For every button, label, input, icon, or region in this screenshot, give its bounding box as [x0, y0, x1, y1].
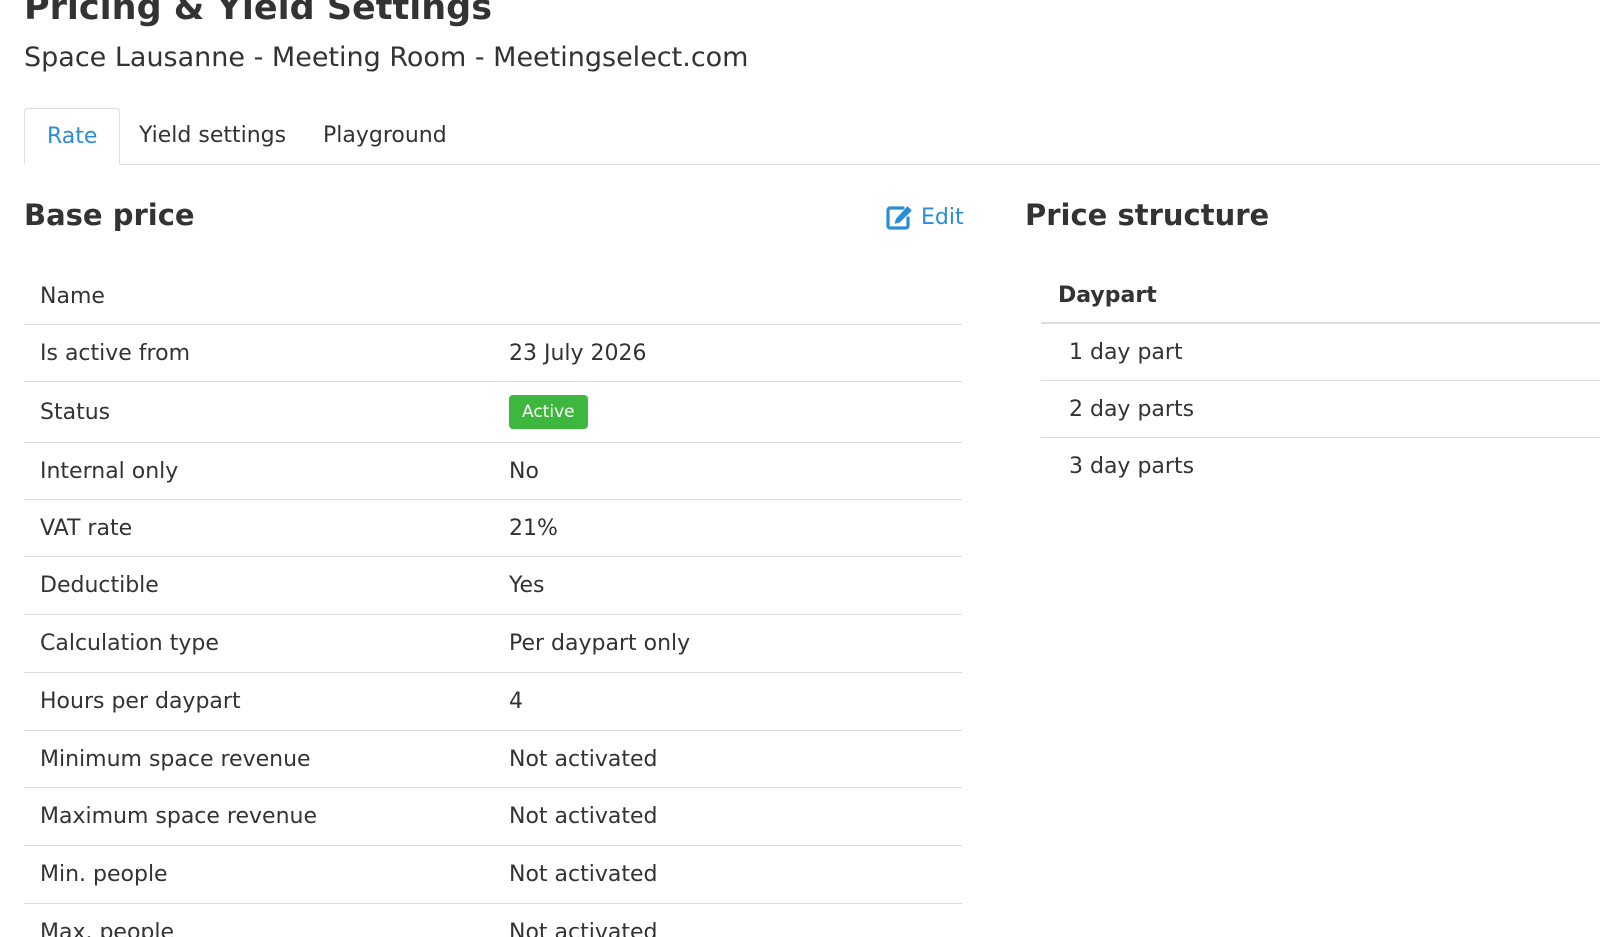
table-row: 2 day parts: [1041, 381, 1600, 438]
edit-button[interactable]: Edit: [886, 201, 964, 233]
table-row: VAT rate 21%: [24, 500, 962, 557]
edit-label: Edit: [921, 204, 964, 230]
edit-icon: [886, 205, 912, 230]
row-label: Is active from: [40, 340, 191, 366]
price-structure-title: Price structure: [1025, 198, 1270, 232]
table-row: Minimum space revenue Not activated: [24, 731, 962, 788]
price-structure-table: Daypart 1 day part 2 day parts 3 day par…: [1041, 268, 1600, 495]
row-label: Maximum space revenue: [40, 804, 317, 829]
row-label: Min. people: [40, 862, 168, 887]
tab-bar: Rate Yield settings Playground: [24, 108, 1600, 165]
pricing-yield-page: Pricing & Yield Settings Space Lausanne …: [0, 0, 1600, 937]
row-value: No: [509, 458, 539, 484]
table-row: Internal only No: [24, 443, 962, 500]
tab-yield-settings[interactable]: Yield settings: [139, 108, 286, 164]
table-row: Is active from 23 July 2026: [24, 325, 962, 382]
base-price-table: Name Is active from 23 July 2026 Status …: [24, 268, 962, 937]
row-label: Minimum space revenue: [40, 746, 311, 772]
row-value: Yes: [509, 573, 545, 598]
row-label: Name: [40, 283, 105, 309]
tab-rate[interactable]: Rate: [24, 108, 121, 165]
daypart-column-header: Daypart: [1041, 268, 1600, 324]
page-subtitle: Space Lausanne - Meeting Room - Meetings…: [24, 42, 749, 73]
table-row: Min. people Not activated: [24, 846, 962, 904]
status-badge: Active: [509, 395, 588, 429]
row-label: Internal only: [40, 458, 179, 484]
row-value: Not activated: [509, 804, 658, 829]
row-value: Per daypart only: [509, 631, 691, 656]
row-label: Status: [40, 399, 111, 425]
table-row: Name: [24, 268, 962, 325]
page-title: Pricing & Yield Settings: [24, 0, 493, 28]
row-value: 4: [509, 689, 523, 714]
tab-playground[interactable]: Playground: [323, 108, 447, 164]
row-value: 21%: [509, 515, 558, 541]
row-label: Deductible: [40, 573, 159, 598]
row-value: Not activated: [509, 919, 658, 937]
row-value: Not activated: [509, 746, 658, 772]
row-value: Not activated: [509, 862, 658, 887]
table-row: Maximum space revenue Not activated: [24, 788, 962, 846]
table-row: Max. people Not activated: [24, 904, 962, 937]
table-row: 1 day part: [1041, 324, 1600, 381]
table-row: Calculation type Per daypart only: [24, 615, 962, 673]
row-label: Hours per daypart: [40, 689, 241, 714]
row-value: 23 July 2026: [509, 340, 647, 366]
base-price-title: Base price: [24, 198, 195, 232]
table-row: Status Active: [24, 382, 962, 443]
row-label: Max. people: [40, 919, 175, 937]
row-label: Calculation type: [40, 631, 219, 656]
table-row: Deductible Yes: [24, 557, 962, 615]
table-row: Hours per daypart 4: [24, 673, 962, 731]
table-row: 3 day parts: [1069, 454, 1195, 479]
row-label: VAT rate: [40, 515, 133, 541]
row-value: Active: [509, 382, 588, 442]
